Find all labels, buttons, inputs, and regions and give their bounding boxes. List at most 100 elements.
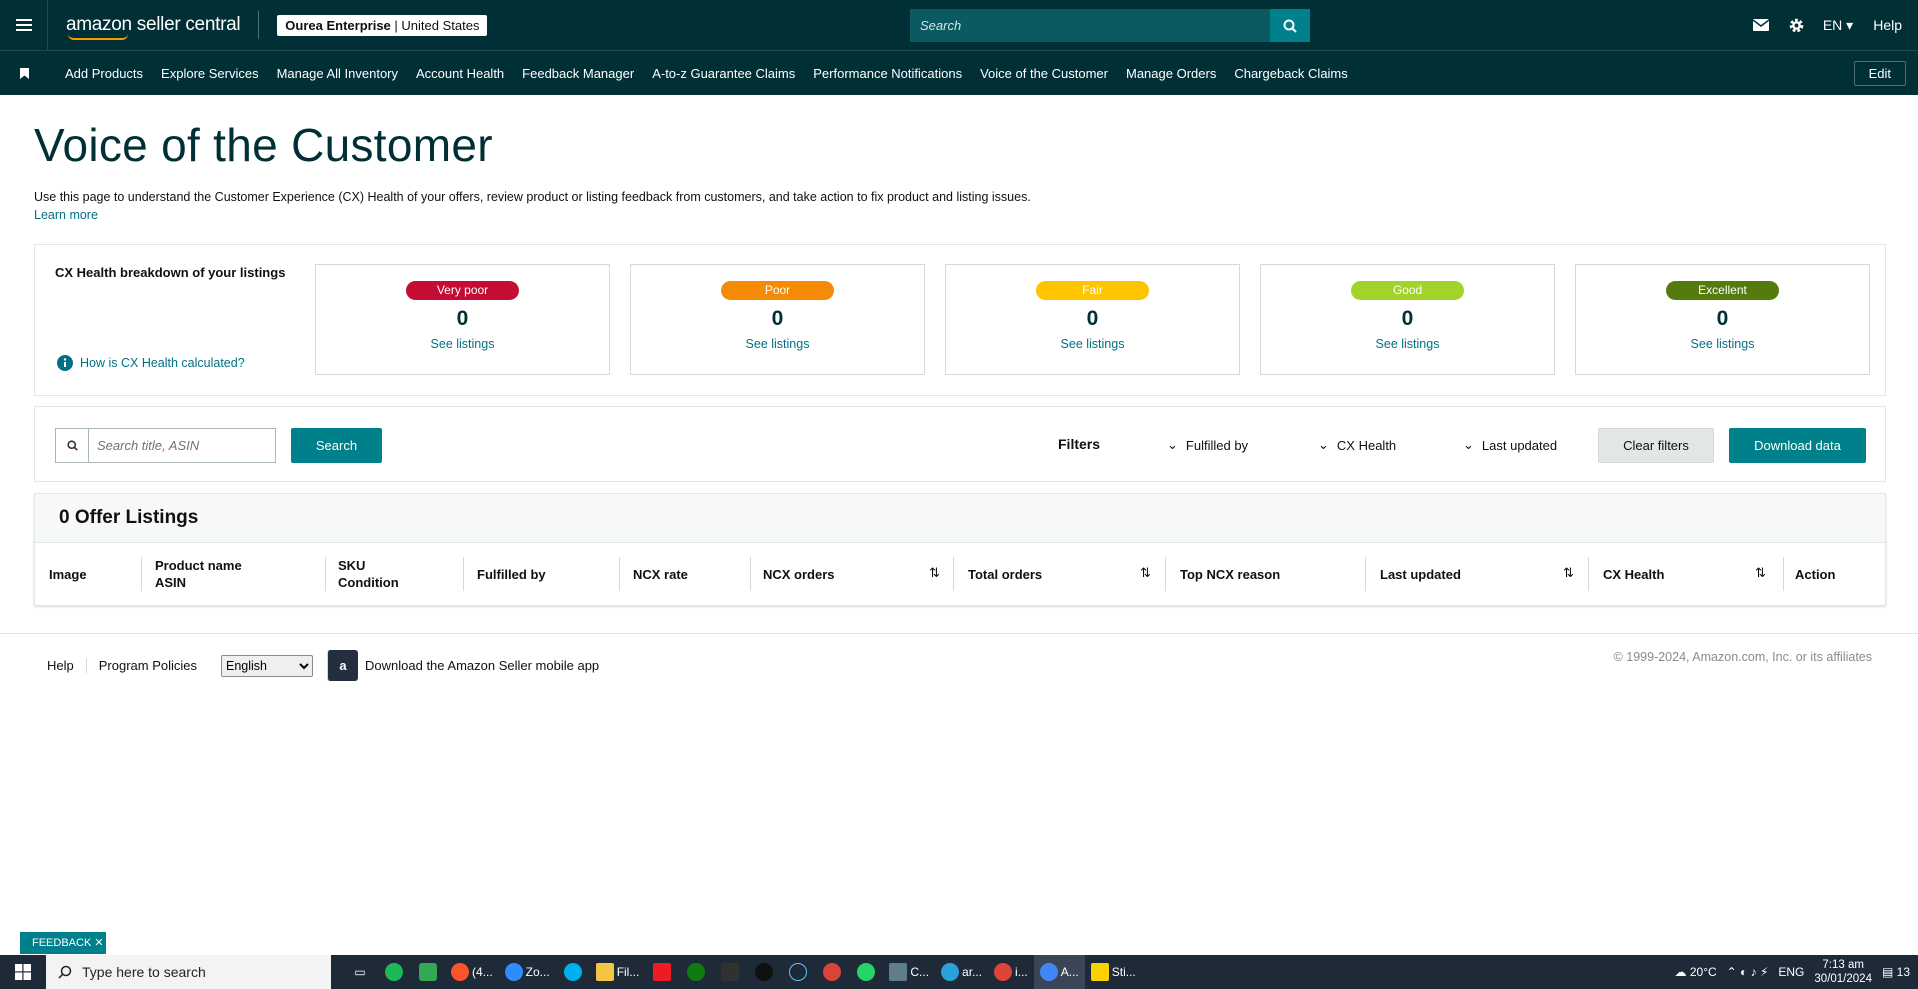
nav-manage-all-inventory[interactable]: Manage All Inventory [277, 66, 398, 81]
search-icon [58, 965, 72, 979]
col-last-updated[interactable]: Last updated [1380, 543, 1461, 605]
cx-count-excellent: 0 [1716, 307, 1729, 330]
nav-chargeback-claims[interactable]: Chargeback Claims [1234, 66, 1347, 81]
cx-health-cards: Very poor 0 See listings Poor 0 See list… [315, 264, 1870, 375]
sort-last-updated-icon[interactable]: ⇅ [1563, 565, 1574, 581]
whatsapp-icon[interactable] [849, 955, 883, 989]
top-bar: amazon seller central Ourea Enterprise |… [0, 0, 1918, 50]
skype-icon[interactable] [556, 955, 590, 989]
gear-icon[interactable] [1779, 17, 1815, 34]
nav-account-health[interactable]: Account Health [416, 66, 504, 81]
column-divider [953, 557, 954, 591]
input-language[interactable]: ENG [1778, 965, 1804, 979]
col-ncx-orders[interactable]: NCX orders [763, 543, 835, 605]
footer-divider [0, 633, 1918, 634]
nav-add-products[interactable]: Add Products [65, 66, 143, 81]
see-listings-very-poor[interactable]: See listings [431, 337, 495, 351]
chrome-profile-app[interactable]: i... [988, 955, 1034, 989]
see-listings-poor[interactable]: See listings [746, 337, 810, 351]
clock[interactable]: 7:13 am 30/01/2024 [1814, 958, 1872, 986]
search-icon [56, 429, 89, 462]
cx-card-poor: Poor 0 See listings [630, 264, 925, 375]
help-link[interactable]: Help [1873, 17, 1902, 33]
feedback-tab[interactable]: FEEDBACK ✕ [20, 932, 106, 954]
steam-icon[interactable] [781, 955, 815, 989]
edit-nav-button[interactable]: Edit [1853, 61, 1906, 86]
xbox-icon[interactable] [679, 955, 713, 989]
nav-manage-orders[interactable]: Manage Orders [1126, 66, 1216, 81]
global-search-button[interactable] [1270, 9, 1310, 42]
last-updated-dropdown[interactable]: ⌄ Last updated [1463, 437, 1557, 453]
sort-total-orders-icon[interactable]: ⇅ [1140, 565, 1151, 581]
zoom-app[interactable]: Zo... [499, 955, 556, 989]
learn-more-link[interactable]: Learn more [34, 208, 98, 222]
menu-icon[interactable] [0, 0, 48, 50]
cx-card-very-poor: Very poor 0 See listings [315, 264, 610, 375]
clear-filters-button[interactable]: Clear filters [1598, 428, 1714, 463]
footer-program-policies-link[interactable]: Program Policies [99, 658, 209, 673]
taskbar-search[interactable]: Type here to search [46, 955, 331, 989]
tiktok-icon[interactable] [747, 955, 781, 989]
search-icon [1283, 19, 1297, 33]
download-app-link[interactable]: Download the Amazon Seller mobile app [365, 658, 599, 673]
see-listings-fair[interactable]: See listings [1061, 337, 1125, 351]
chrome-icon[interactable] [815, 955, 849, 989]
calculator-app[interactable]: C... [883, 955, 935, 989]
col-cx-health[interactable]: CX Health [1603, 543, 1664, 605]
mail-icon[interactable] [1743, 19, 1779, 31]
col-top-ncx-reason: Top NCX reason [1180, 566, 1281, 582]
epic-games-icon[interactable] [713, 955, 747, 989]
offer-listings-table: 0 Offer Listings Image Product name ASIN … [34, 493, 1886, 606]
windows-taskbar: Type here to search ▭ (4... Zo... Fil...… [0, 955, 1918, 989]
cx-card-fair: Fair 0 See listings [945, 264, 1240, 375]
amazon-app-icon[interactable]: a [327, 650, 359, 681]
copyright: © 1999-2024, Amazon.com, Inc. or its aff… [1613, 650, 1872, 664]
weather-widget[interactable]: ☁ 20°C [1675, 965, 1717, 979]
amd-icon[interactable] [645, 955, 679, 989]
chat-icon[interactable] [411, 955, 445, 989]
global-search-input[interactable] [910, 9, 1270, 42]
file-explorer-app[interactable]: Fil... [590, 955, 646, 989]
telegram-app[interactable]: ar... [935, 955, 988, 989]
taskbar-apps: ▭ (4... Zo... Fil... C... ar... i... A..… [343, 955, 1142, 989]
col-action: Action [1795, 566, 1836, 582]
seller-central-logo[interactable]: amazon seller central [66, 14, 241, 40]
see-listings-good[interactable]: See listings [1376, 337, 1440, 351]
language-selector[interactable]: EN ▾ [1823, 17, 1853, 34]
brave-app[interactable]: (4... [445, 955, 499, 989]
chrome-active-app[interactable]: A... [1033, 955, 1085, 989]
bookmark-icon[interactable] [0, 51, 48, 95]
cx-health-help-link[interactable]: How is CX Health calculated? [57, 355, 245, 371]
nav-a-to-z-claims[interactable]: A-to-z Guarantee Claims [652, 66, 795, 81]
footer-language-select[interactable]: English [221, 654, 314, 677]
page-description: Use this page to understand the Customer… [34, 190, 1031, 204]
footer-help-link[interactable]: Help [47, 658, 87, 673]
account-switcher[interactable]: Ourea Enterprise | United States [277, 14, 488, 36]
nav-feedback-manager[interactable]: Feedback Manager [522, 66, 634, 81]
search-button[interactable]: Search [291, 428, 382, 463]
nav-voice-of-the-customer[interactable]: Voice of the Customer [980, 66, 1108, 81]
sticky-notes-app[interactable]: Sti... [1085, 955, 1142, 989]
see-listings-excellent[interactable]: See listings [1691, 337, 1755, 351]
notification-center-icon[interactable]: ▤ 13 [1882, 965, 1910, 979]
cx-badge-fair: Fair [1036, 281, 1149, 300]
close-icon[interactable]: ✕ [94, 937, 103, 949]
col-fulfilled-by: Fulfilled by [477, 566, 546, 582]
cx-count-very-poor: 0 [456, 307, 469, 330]
sort-cx-health-icon[interactable]: ⇅ [1755, 565, 1766, 581]
sort-ncx-orders-icon[interactable]: ⇅ [929, 565, 940, 581]
divider [258, 11, 260, 39]
fulfilled-by-dropdown[interactable]: ⌄ Fulfilled by [1167, 437, 1248, 453]
windows-start-icon[interactable] [0, 955, 46, 989]
cx-health-dropdown[interactable]: ⌄ CX Health [1318, 437, 1396, 453]
column-divider [750, 557, 751, 591]
cx-badge-poor: Poor [721, 281, 834, 300]
nav-explore-services[interactable]: Explore Services [161, 66, 259, 81]
nav-performance-notifications[interactable]: Performance Notifications [813, 66, 962, 81]
listing-search-input[interactable] [89, 429, 275, 462]
download-data-button[interactable]: Download data [1729, 428, 1866, 463]
tray-icons[interactable]: ⌃ ◐ ♪ ⚡ [1727, 965, 1769, 979]
spotify-icon[interactable] [377, 955, 411, 989]
col-total-orders[interactable]: Total orders [968, 543, 1042, 605]
task-view-icon[interactable]: ▭ [343, 955, 377, 989]
